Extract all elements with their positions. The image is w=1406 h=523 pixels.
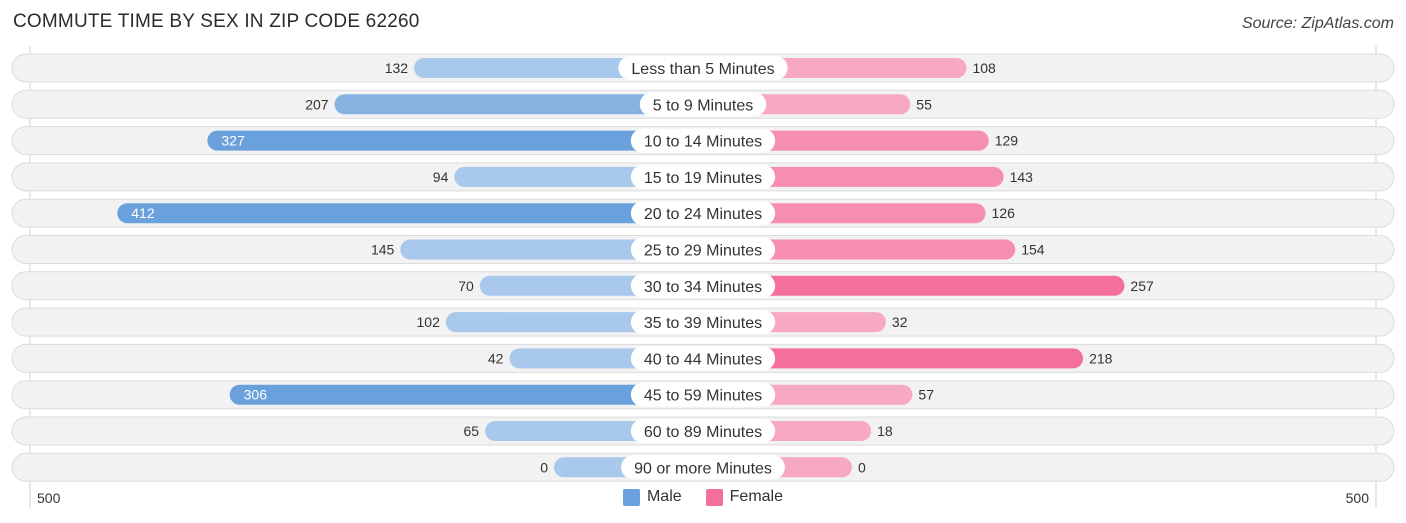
value-label-male: 94 bbox=[433, 169, 449, 185]
value-label-male: 0 bbox=[540, 459, 548, 475]
value-label-female: 0 bbox=[858, 459, 866, 475]
category-label: 15 to 19 Minutes bbox=[644, 170, 762, 187]
category-label: 20 to 24 Minutes bbox=[644, 206, 762, 223]
value-label-female: 218 bbox=[1089, 350, 1113, 366]
legend-item-female: Female bbox=[705, 488, 784, 506]
value-label-male: 412 bbox=[131, 205, 155, 221]
legend: Male Female bbox=[0, 488, 1406, 506]
category-label: 35 to 39 Minutes bbox=[644, 315, 762, 332]
value-label-male: 70 bbox=[458, 278, 474, 294]
value-label-female: 55 bbox=[916, 96, 932, 112]
value-label-female: 129 bbox=[995, 133, 1019, 149]
value-label-female: 154 bbox=[1021, 242, 1045, 258]
value-label-male: 132 bbox=[385, 60, 409, 76]
value-label-male: 207 bbox=[305, 96, 329, 112]
value-label-female: 57 bbox=[918, 387, 934, 403]
legend-item-male: Male bbox=[622, 488, 682, 506]
legend-swatch-female bbox=[705, 488, 723, 506]
category-label: 10 to 14 Minutes bbox=[644, 134, 762, 151]
value-label-female: 108 bbox=[972, 60, 996, 76]
value-label-male: 327 bbox=[221, 133, 245, 149]
category-label: 60 to 89 Minutes bbox=[644, 424, 762, 441]
legend-label-male: Male bbox=[646, 488, 682, 505]
bar-male bbox=[207, 130, 703, 151]
value-label-female: 143 bbox=[1010, 169, 1034, 185]
value-label-female: 32 bbox=[892, 314, 908, 330]
category-label: 45 to 59 Minutes bbox=[644, 388, 762, 405]
category-label: 25 to 29 Minutes bbox=[644, 243, 762, 260]
value-label-male: 145 bbox=[371, 242, 395, 258]
category-label: 90 or more Minutes bbox=[634, 460, 772, 477]
legend-swatch-male bbox=[622, 488, 640, 506]
value-label-male: 102 bbox=[417, 314, 441, 330]
value-label-male: 65 bbox=[464, 423, 480, 439]
category-label: Less than 5 Minutes bbox=[631, 61, 774, 78]
value-label-male: 306 bbox=[244, 387, 268, 403]
value-label-male: 42 bbox=[488, 350, 504, 366]
chart-svg: 132 108 Less than 5 Minutes 207 55 5 to 9 Min… bbox=[11, 46, 1395, 508]
bar-male bbox=[117, 203, 703, 224]
value-label-female: 126 bbox=[992, 205, 1016, 221]
value-label-female: 257 bbox=[1130, 278, 1154, 294]
value-label-female: 18 bbox=[877, 423, 893, 439]
category-label: 5 to 9 Minutes bbox=[653, 97, 754, 114]
legend-label-female: Female bbox=[729, 488, 784, 505]
category-label: 30 to 34 Minutes bbox=[644, 279, 762, 296]
category-label: 40 to 44 Minutes bbox=[644, 351, 762, 368]
